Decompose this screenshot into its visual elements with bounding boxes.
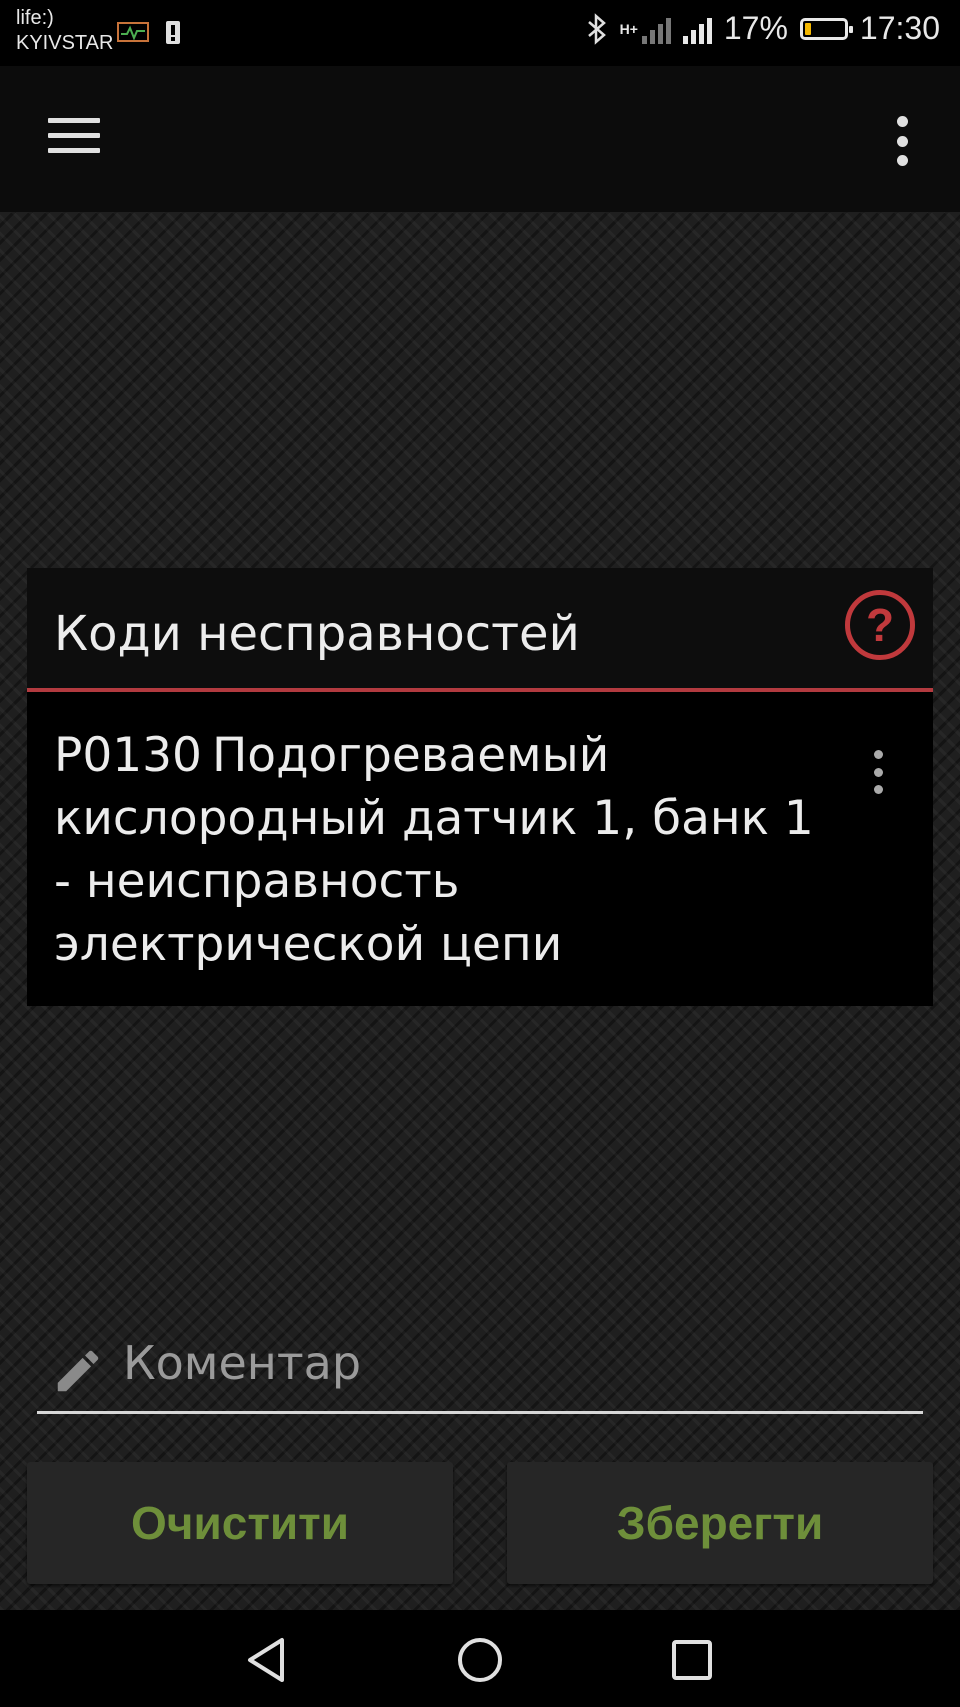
notification-icons [116, 18, 182, 46]
app-bar [0, 66, 960, 212]
navigation-bar [0, 1610, 960, 1707]
monitor-icon [117, 22, 149, 42]
network-type-label: H+ [619, 20, 638, 37]
carrier-label: life:) KYIVSTAR [16, 6, 113, 56]
trouble-codes-card: Коди несправностей ? P0130 Подогреваемый … [27, 568, 933, 1006]
comment-field[interactable]: Коментар [37, 1332, 923, 1414]
card-title: Коди несправностей [54, 606, 580, 662]
home-icon[interactable] [454, 1634, 506, 1686]
pencil-icon [57, 1350, 99, 1392]
clock: 17:30 [859, 10, 940, 46]
signal-icon [682, 14, 712, 44]
mobile-data-indicator: H+ [620, 14, 671, 44]
notification-icon [166, 21, 180, 44]
battery-icon [799, 17, 853, 40]
status-right-group: H+ 17% 17:30 [586, 10, 940, 47]
battery-percent: 17% [723, 10, 788, 46]
clear-button[interactable]: Очистити [27, 1462, 453, 1584]
bluetooth-icon [587, 12, 606, 45]
code-list: P0130 Подогреваемый кислородный датчик 1,… [27, 692, 933, 1006]
recent-apps-icon[interactable] [666, 1634, 718, 1686]
carrier-line-1: life:) [16, 7, 54, 29]
status-bar: life:) KYIVSTAR H+ 17% 17:30 [0, 0, 960, 66]
battery-fill [804, 22, 811, 35]
list-item[interactable]: P0130 Подогреваемый кислородный датчик 1,… [54, 724, 814, 976]
hamburger-menu-icon[interactable] [48, 118, 100, 158]
trouble-code: P0130 [54, 728, 202, 783]
more-vert-icon[interactable] [892, 116, 912, 166]
save-button[interactable]: Зберегти [507, 1462, 933, 1584]
main-content: Коди несправностей ? P0130 Подогреваемый … [0, 212, 960, 1610]
carrier-line-2: KYIVSTAR [16, 32, 114, 54]
back-icon[interactable] [242, 1634, 294, 1686]
card-header: Коди несправностей ? [27, 568, 933, 692]
comment-placeholder: Коментар [123, 1336, 362, 1390]
item-more-icon[interactable] [871, 750, 885, 794]
signal-icon-sim1 [641, 14, 671, 44]
help-icon[interactable]: ? [845, 590, 915, 660]
